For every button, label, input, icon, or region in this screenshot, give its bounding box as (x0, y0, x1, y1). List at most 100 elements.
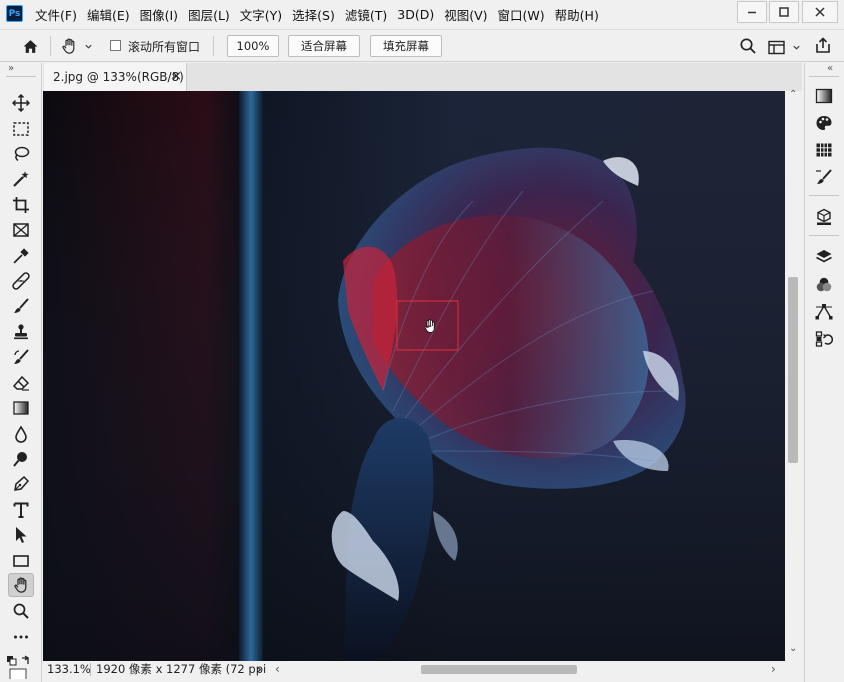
vertical-scroll-thumb[interactable] (788, 277, 798, 463)
document-tab-title: 2.jpg @ 133%(RGB/8) (53, 70, 184, 84)
document-tab[interactable]: 2.jpg @ 133%(RGB/8) × (44, 63, 187, 91)
minimize-button[interactable] (737, 1, 767, 23)
separator (6, 76, 36, 77)
zoom-100-button[interactable]: 100% (227, 35, 279, 57)
path-selection-tool[interactable] (8, 523, 34, 547)
menu-item-3[interactable]: 图层(L) (183, 5, 235, 24)
minimize-icon (748, 11, 756, 14)
scroll-up-arrow[interactable]: ⌃ (789, 89, 797, 100)
paths-panel-button[interactable] (814, 302, 834, 322)
move-tool-icon (12, 94, 30, 112)
marquee-tool[interactable] (8, 117, 34, 141)
scroll-down-arrow[interactable]: ⌄ (789, 643, 797, 654)
menu-item-2[interactable]: 图像(I) (135, 5, 183, 24)
frame-tool[interactable] (8, 218, 34, 242)
dodge-tool[interactable] (8, 447, 34, 471)
separator (90, 663, 91, 676)
close-icon (815, 7, 825, 17)
vertical-scrollbar[interactable]: ⌃ ⌄ (785, 89, 802, 661)
magic-wand-tool[interactable] (8, 167, 34, 191)
gradients-panel-icon (815, 88, 833, 104)
close-window-button[interactable] (802, 1, 838, 23)
eraser-tool-icon (12, 375, 30, 391)
channels-panel-icon (816, 277, 832, 292)
blur-tool[interactable] (8, 422, 34, 446)
maximize-icon (779, 7, 789, 17)
swatches-panel-button[interactable] (814, 140, 834, 160)
scroll-left-arrow[interactable]: ‹ (275, 661, 280, 678)
history-brush-tool[interactable] (8, 345, 34, 369)
menu-item-7[interactable]: 3D(D) (392, 7, 439, 22)
menu-item-5[interactable]: 选择(S) (287, 5, 340, 24)
eraser-tool[interactable] (8, 371, 34, 395)
scroll-all-windows-checkbox[interactable] (110, 40, 121, 51)
channels-panel-button[interactable] (814, 275, 834, 295)
rectangle-tool-icon (13, 555, 29, 567)
status-menu-arrow[interactable]: › (257, 661, 262, 678)
menu-item-8[interactable]: 视图(V) (439, 5, 492, 24)
crop-tool[interactable] (8, 193, 34, 217)
type-tool[interactable] (8, 498, 34, 522)
workspace-icon (768, 40, 785, 54)
edit-toolbar-button[interactable] (8, 625, 34, 649)
layers-panel-button[interactable] (814, 247, 834, 267)
menu-item-4[interactable]: 文字(Y) (235, 5, 287, 24)
default-colors-icon (7, 655, 30, 682)
document-canvas[interactable] (43, 91, 785, 661)
lasso-tool[interactable] (8, 142, 34, 166)
fit-screen-button[interactable]: 适合屏幕 (288, 35, 360, 57)
scroll-right-arrow[interactable]: › (771, 661, 776, 678)
brushes-panel-button[interactable] (814, 167, 834, 187)
crop-tool-icon (13, 197, 29, 213)
menu-item-6[interactable]: 滤镜(T) (340, 5, 392, 24)
magic-wand-tool-icon (13, 171, 29, 187)
maximize-button[interactable] (769, 1, 799, 23)
color-swatches[interactable] (6, 655, 34, 682)
move-tool[interactable] (8, 91, 34, 115)
gradients-panel-button[interactable] (814, 86, 834, 106)
zoom-tool[interactable] (8, 599, 34, 623)
brushes-panel-icon (816, 169, 832, 184)
healing-brush-tool[interactable] (8, 269, 34, 293)
hand-tool[interactable] (8, 573, 34, 597)
document-dimensions: 1920 像素 x 1277 像素 (72 ppi) (96, 662, 271, 676)
home-button[interactable] (19, 36, 41, 56)
hand-tool-icon (14, 577, 27, 593)
horizontal-scrollbar[interactable]: ‹ › (266, 661, 785, 678)
menu-item-10[interactable]: 帮助(H) (550, 5, 604, 24)
close-document-button[interactable]: × (171, 63, 182, 91)
history-brush-tool-icon (14, 349, 29, 364)
pen-tool[interactable] (8, 472, 34, 496)
healing-brush-tool-icon (12, 272, 30, 290)
clone-stamp-tool[interactable] (8, 320, 34, 344)
gradient-tool[interactable] (8, 396, 34, 420)
share-button[interactable] (814, 36, 832, 57)
separator (809, 195, 839, 196)
search-button[interactable] (739, 37, 757, 58)
menu-item-1[interactable]: 编辑(E) (82, 5, 135, 24)
zoom-level[interactable]: 133.1% (47, 661, 91, 678)
marquee-tool-icon (13, 122, 29, 136)
tool-preset-picker[interactable] (60, 35, 100, 57)
color-panel-button[interactable] (814, 113, 834, 133)
collapse-panels-button[interactable]: « (827, 63, 833, 74)
options-bar: 滚动所有窗口 100% 适合屏幕 填充屏幕 (0, 29, 844, 62)
menu-list: 文件(F) 编辑(E) 图像(I) 图层(L) 文字(Y) 选择(S) 滤镜(T) 3D(D)… (30, 0, 604, 28)
brush-tool-icon (14, 298, 29, 313)
lasso-tool-icon (14, 146, 30, 162)
blur-tool-icon (15, 425, 27, 443)
workspace-switcher[interactable] (768, 38, 802, 56)
3d-panel-button[interactable] (814, 207, 834, 227)
menu-item-9[interactable]: 窗口(W) (493, 5, 550, 24)
menu-item-0[interactable]: 文件(F) (30, 5, 82, 24)
history-panel-button[interactable] (814, 329, 834, 349)
eyedropper-tool[interactable] (8, 244, 34, 268)
frame-tool-icon (13, 223, 29, 237)
rectangle-tool[interactable] (8, 549, 34, 573)
collapse-tools-button[interactable]: » (8, 63, 14, 74)
zoom-tool-icon (13, 603, 29, 619)
brush-tool[interactable] (8, 294, 34, 318)
type-tool-icon (13, 502, 29, 518)
fill-screen-button[interactable]: 填充屏幕 (370, 35, 442, 57)
horizontal-scroll-thumb[interactable] (421, 665, 577, 674)
